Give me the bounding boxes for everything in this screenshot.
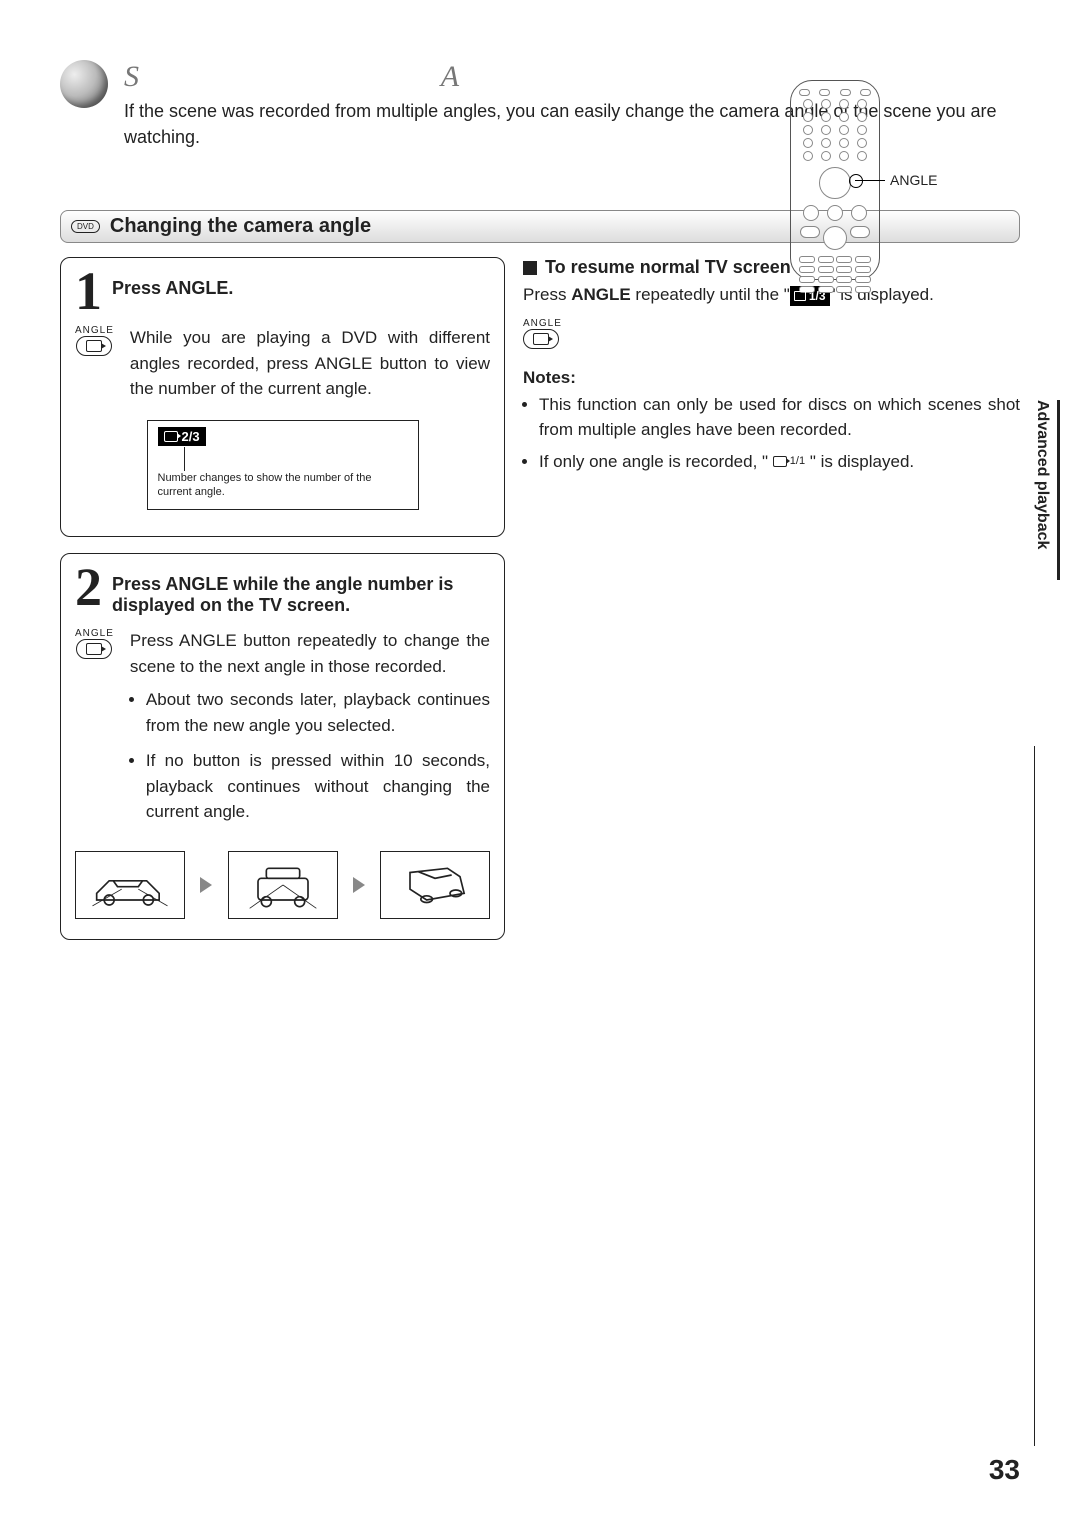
- list-item: About two seconds later, playback contin…: [146, 687, 490, 738]
- step-body-text: While you are playing a DVD with differe…: [130, 325, 490, 402]
- side-tab: Advanced playback: [1033, 400, 1060, 580]
- resume-instruction: Press ANGLE repeatedly until the "1/3" i…: [523, 282, 1020, 308]
- step-title: Press ANGLE.: [112, 270, 233, 299]
- decorative-sphere-icon: [60, 60, 108, 108]
- step-2-box: 2 Press ANGLE while the angle number is …: [60, 553, 505, 940]
- step-1-box: 1 Press ANGLE. ANGLE While you are playi…: [60, 257, 505, 537]
- tv-screen-box: 2/3 Number changes to show the number of…: [147, 420, 419, 511]
- dvd-icon: DVD: [71, 220, 100, 233]
- tv-caption: Number changes to show the number of the…: [158, 471, 408, 500]
- list-item: If only one angle is recorded, " 1/1 " i…: [539, 449, 1020, 475]
- step-body-text: Press ANGLE button repeatedly to change …: [130, 628, 490, 835]
- arrow-right-icon: [353, 877, 365, 893]
- section-title: Changing the camera angle: [110, 215, 371, 238]
- osd-indicator: 2/3: [158, 427, 206, 446]
- angle-button-label: ANGLE: [890, 172, 937, 188]
- page-divider-line: [1034, 746, 1035, 1446]
- camera-icon: [794, 291, 806, 301]
- camera-icon: [773, 456, 787, 467]
- angle-callout-line: [855, 180, 885, 181]
- car-angle-illustration: [380, 851, 490, 919]
- page-title: S electing the Camera A: [124, 60, 1020, 94]
- intro-text: If the scene was recorded from multiple …: [124, 98, 1020, 150]
- angle-button-icon: ANGLE: [523, 318, 562, 350]
- angle-button-icon: ANGLE: [75, 325, 114, 402]
- list-item: This function can only be used for discs…: [539, 392, 1020, 443]
- angle-button-icon: ANGLE: [75, 628, 114, 835]
- camera-icon: [86, 643, 102, 655]
- car-angle-illustration: [75, 851, 185, 919]
- remote-illustration: ANGLE: [790, 80, 880, 280]
- camera-icon: [533, 333, 549, 345]
- car-angle-illustration: [228, 851, 338, 919]
- resume-heading: To resume normal TV screen: [523, 257, 1020, 278]
- step-number: 1: [75, 270, 102, 313]
- step-number: 2: [75, 566, 102, 609]
- page-number: 33: [989, 1454, 1020, 1486]
- square-bullet-icon: [523, 261, 537, 275]
- notes-heading: Notes:: [523, 368, 1020, 388]
- camera-icon: [86, 340, 102, 352]
- arrow-right-icon: [200, 877, 212, 893]
- list-item: If no button is pressed within 10 second…: [146, 748, 490, 825]
- osd-indicator: 1/1: [773, 453, 805, 470]
- step-title: Press ANGLE while the angle number is di…: [112, 566, 490, 616]
- camera-icon: [164, 431, 178, 442]
